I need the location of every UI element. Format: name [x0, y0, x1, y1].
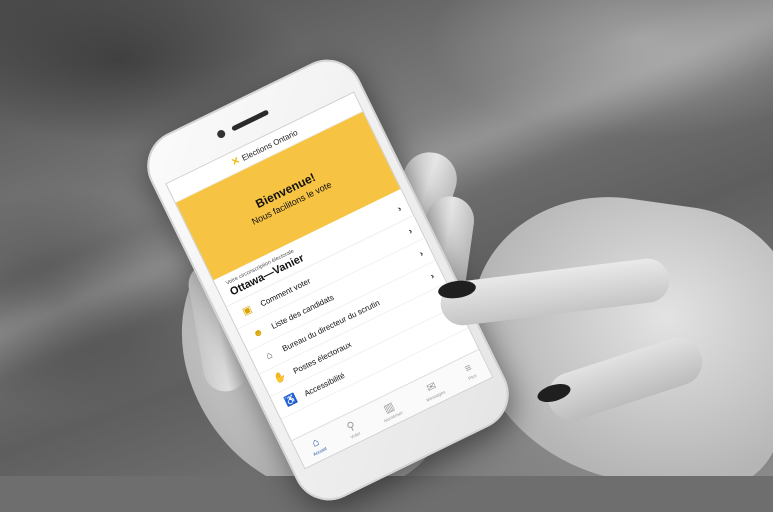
candidates-icon: ☻ [251, 325, 266, 341]
handshake-icon: ✋ [272, 370, 289, 386]
chevron-right-icon: › [417, 248, 425, 259]
tab-messages[interactable]: ✉ Messages [419, 376, 446, 403]
earpiece-speaker [231, 109, 270, 132]
elections-ontario-logo-icon: ✕ [229, 154, 242, 169]
right-hand [452, 179, 773, 476]
chevron-right-icon: › [428, 270, 436, 282]
tab-home[interactable]: ⌂ Accueil [307, 434, 327, 457]
front-camera [215, 128, 227, 140]
ballot-box-icon: ▣ [240, 303, 254, 318]
chevron-right-icon: › [406, 225, 414, 237]
tab-vote[interactable]: ⚲ Voter [343, 418, 361, 439]
wheelchair-icon: ♿ [283, 392, 300, 409]
tab-more[interactable]: ≡ Plus [462, 361, 478, 382]
tab-scan[interactable]: ▥ Numériser [377, 397, 404, 423]
office-home-icon: ⌂ [263, 349, 275, 362]
